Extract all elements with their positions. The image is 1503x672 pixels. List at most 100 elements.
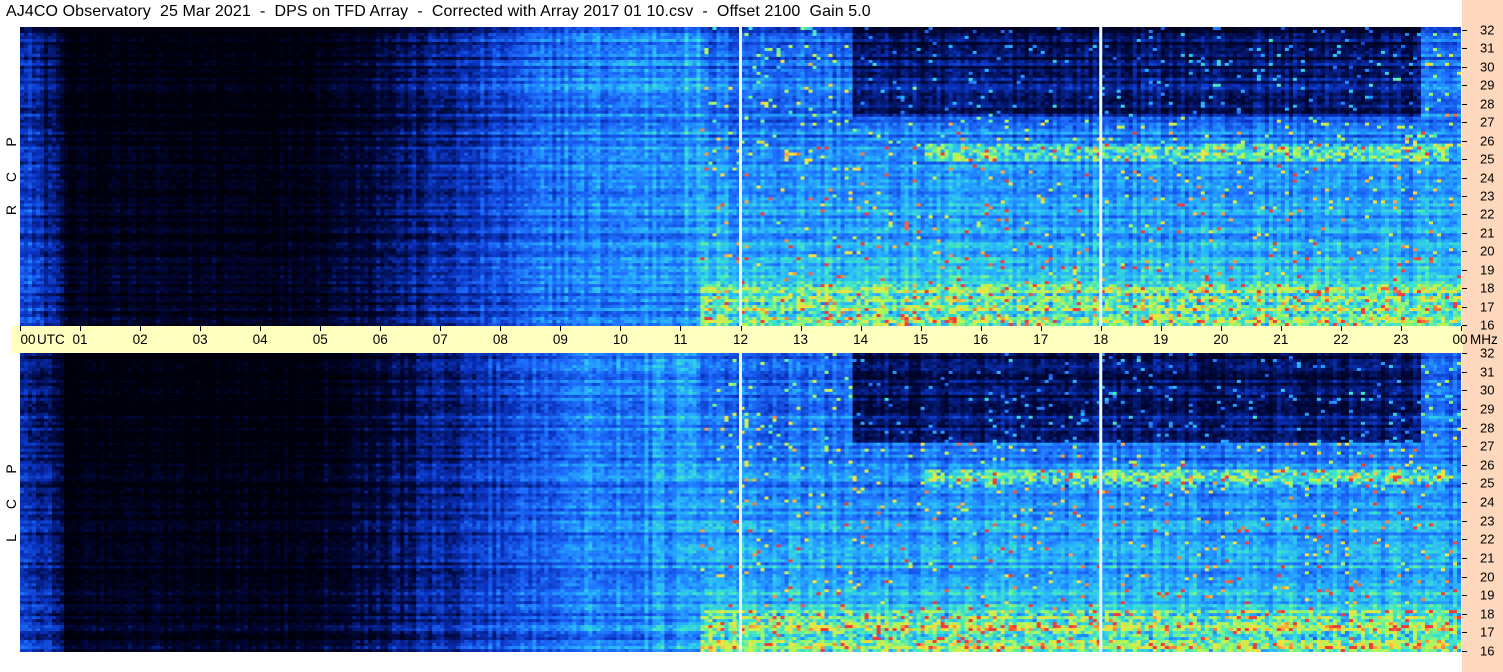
frequency-tick-label: 21 — [1480, 550, 1494, 565]
time-tick-label: 17 — [1033, 332, 1048, 347]
time-tick — [1401, 326, 1402, 331]
time-tick-label: 14 — [853, 332, 868, 347]
time-tick — [680, 326, 681, 331]
frequency-tick-label: 24 — [1480, 170, 1494, 185]
time-axis-unit: UTC — [37, 332, 65, 347]
frequency-tick-label: 30 — [1480, 59, 1494, 74]
time-tick — [1221, 326, 1222, 331]
frequency-tick-label: 22 — [1480, 207, 1494, 222]
time-tick-label: 20 — [1213, 332, 1228, 347]
frequency-tick — [1462, 502, 1467, 503]
time-tick — [1041, 326, 1042, 331]
time-tick-label: 19 — [1153, 332, 1168, 347]
lcp-letter-p: P — [3, 461, 19, 477]
frequency-tick — [1462, 104, 1467, 105]
frequency-tick-label: 20 — [1480, 569, 1494, 584]
frequency-tick-label: 16 — [1480, 318, 1494, 333]
time-tick-label: 09 — [553, 332, 568, 347]
rcp-spectrogram — [20, 27, 1461, 326]
frequency-tick — [1462, 353, 1467, 354]
frequency-tick — [1462, 85, 1467, 86]
frequency-tick-label: 27 — [1480, 115, 1494, 130]
frequency-tick — [1462, 577, 1467, 578]
frequency-tick-label: 23 — [1480, 513, 1494, 528]
time-tick-label: 05 — [313, 332, 328, 347]
frequency-tick-label: 17 — [1480, 299, 1494, 314]
lcp-polarization-label: L C P — [3, 353, 19, 652]
frequency-tick-label: 32 — [1480, 346, 1494, 361]
frequency-tick — [1462, 307, 1467, 308]
time-tick-label: 23 — [1393, 332, 1408, 347]
rcp-letter-p: P — [3, 134, 19, 150]
lcp-letter-l: L — [3, 530, 19, 546]
frequency-tick — [1462, 196, 1467, 197]
frequency-tick — [1462, 372, 1467, 373]
frequency-tick — [1462, 122, 1467, 123]
frequency-tick-label: 18 — [1480, 606, 1494, 621]
frequency-tick-label: 29 — [1480, 78, 1494, 93]
time-marker-line — [1099, 27, 1102, 326]
frequency-tick — [1462, 483, 1467, 484]
time-tick — [20, 326, 21, 331]
time-tick-label: 11 — [673, 332, 687, 347]
rcp-letter-r: R — [3, 202, 19, 218]
frequency-tick — [1462, 178, 1467, 179]
time-tick — [1161, 326, 1162, 331]
time-tick — [80, 326, 81, 331]
frequency-tick-label: 31 — [1480, 364, 1494, 379]
time-tick — [981, 326, 982, 331]
frequency-tick-label: 31 — [1480, 41, 1494, 56]
time-tick-label: 08 — [493, 332, 508, 347]
time-tick-label: 03 — [193, 332, 208, 347]
time-tick — [440, 326, 441, 331]
frequency-tick — [1462, 558, 1467, 559]
time-tick-label: 01 — [73, 332, 88, 347]
frequency-tick-label: 25 — [1480, 152, 1494, 167]
time-tick — [921, 326, 922, 331]
time-tick-label: 15 — [913, 332, 928, 347]
frequency-tick — [1462, 595, 1467, 596]
spectrogram-image — [20, 27, 1461, 326]
time-tick — [200, 326, 201, 331]
time-marker-line — [739, 353, 742, 652]
frequency-tick — [1462, 270, 1467, 271]
time-tick-label: 04 — [253, 332, 268, 347]
time-tick — [801, 326, 802, 331]
time-tick — [1281, 326, 1282, 331]
time-marker-line — [1099, 353, 1102, 652]
time-tick — [1101, 326, 1102, 331]
lcp-letter-c: C — [3, 496, 19, 512]
frequency-tick-label: 19 — [1480, 262, 1494, 277]
frequency-tick-label: 28 — [1480, 420, 1494, 435]
time-tick — [320, 326, 321, 331]
rcp-letter-c: C — [3, 169, 19, 185]
time-tick — [260, 326, 261, 331]
frequency-tick — [1462, 390, 1467, 391]
frequency-tick-label: 20 — [1480, 244, 1494, 259]
time-tick — [140, 326, 141, 331]
frequency-axis-unit: MHz — [1470, 332, 1498, 347]
frequency-tick — [1462, 30, 1467, 31]
time-tick — [1341, 326, 1342, 331]
time-tick-label: 02 — [133, 332, 148, 347]
spectrogram-window: AJ4CO Observatory 25 Mar 2021 - DPS on T… — [0, 0, 1503, 672]
frequency-tick-label: 32 — [1480, 23, 1494, 38]
frequency-tick — [1462, 288, 1467, 289]
frequency-tick — [1462, 251, 1467, 252]
frequency-tick — [1462, 465, 1467, 466]
frequency-tick — [1462, 67, 1467, 68]
frequency-tick — [1462, 141, 1467, 142]
time-marker-line — [739, 27, 742, 326]
frequency-tick — [1462, 651, 1467, 652]
frequency-tick-label: 26 — [1480, 457, 1494, 472]
frequency-tick-label: 21 — [1480, 225, 1494, 240]
frequency-tick — [1462, 214, 1467, 215]
time-tick-label: 00 — [1452, 332, 1467, 347]
rcp-polarization-label: R C P — [3, 27, 19, 326]
time-tick-label: 10 — [613, 332, 628, 347]
time-tick — [741, 326, 742, 331]
time-tick-label: 00 — [20, 332, 35, 347]
time-tick-label: 16 — [973, 332, 988, 347]
frequency-tick-label: 27 — [1480, 439, 1494, 454]
frequency-tick — [1462, 614, 1467, 615]
